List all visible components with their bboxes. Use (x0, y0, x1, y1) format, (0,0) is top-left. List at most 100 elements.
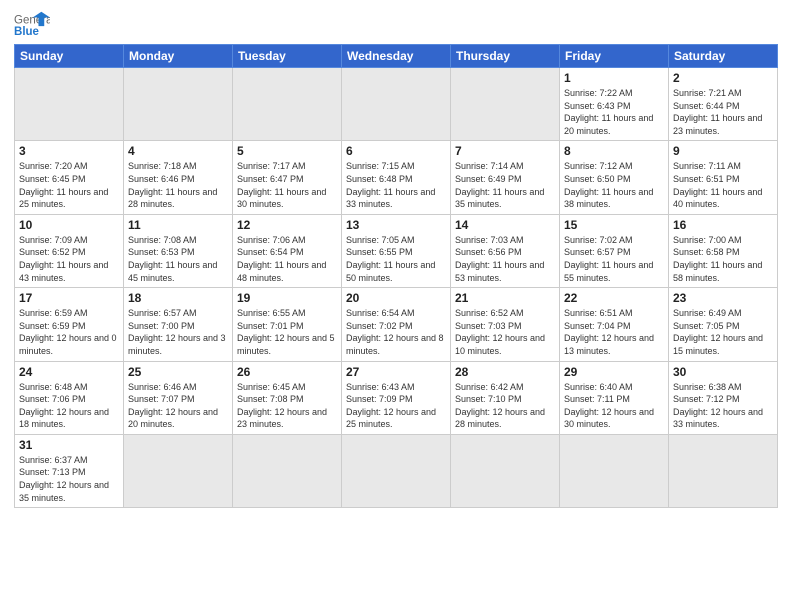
day-number: 11 (128, 218, 228, 232)
day-sun-info: Sunrise: 7:08 AMSunset: 6:53 PMDaylight:… (128, 234, 228, 284)
calendar-cell: 23 Sunrise: 6:49 AMSunset: 7:05 PMDayligh… (669, 288, 778, 361)
day-sun-info: Sunrise: 6:57 AMSunset: 7:00 PMDaylight:… (128, 307, 228, 357)
calendar-cell: 10 Sunrise: 7:09 AMSunset: 6:52 PMDayligh… (15, 214, 124, 287)
day-number: 27 (346, 365, 446, 379)
calendar-cell: 27 Sunrise: 6:43 AMSunset: 7:09 PMDayligh… (342, 361, 451, 434)
calendar-cell: 3 Sunrise: 7:20 AMSunset: 6:45 PMDaylight… (15, 141, 124, 214)
calendar-cell: 6 Sunrise: 7:15 AMSunset: 6:48 PMDaylight… (342, 141, 451, 214)
calendar-cell: 31Sunrise: 6:37 AMSunset: 7:13 PMDayligh… (15, 434, 124, 507)
day-sun-info: Sunrise: 6:42 AMSunset: 7:10 PMDaylight:… (455, 381, 555, 431)
day-sun-info: Sunrise: 6:46 AMSunset: 7:07 PMDaylight:… (128, 381, 228, 431)
calendar-cell: 7Sunrise: 7:14 AMSunset: 6:49 PMDaylight… (451, 141, 560, 214)
weekday-header-monday: Monday (124, 45, 233, 68)
calendar-cell: 21 Sunrise: 6:52 AMSunset: 7:03 PMDayligh… (451, 288, 560, 361)
calendar-cell (15, 68, 124, 141)
day-sun-info: Sunrise: 6:49 AMSunset: 7:05 PMDaylight:… (673, 307, 773, 357)
day-number: 10 (19, 218, 119, 232)
calendar-cell: 4Sunrise: 7:18 AMSunset: 6:46 PMDaylight… (124, 141, 233, 214)
day-number: 23 (673, 291, 773, 305)
day-number: 1 (564, 71, 664, 85)
calendar-cell: 29Sunrise: 6:40 AMSunset: 7:11 PMDayligh… (560, 361, 669, 434)
calendar-cell: 8 Sunrise: 7:12 AMSunset: 6:50 PMDaylight… (560, 141, 669, 214)
day-number: 8 (564, 144, 664, 158)
week-row-0: 1 Sunrise: 7:22 AMSunset: 6:43 PMDaylight… (15, 68, 778, 141)
day-number: 25 (128, 365, 228, 379)
day-sun-info: Sunrise: 6:51 AMSunset: 7:04 PMDaylight:… (564, 307, 664, 357)
day-sun-info: Sunrise: 7:17 AMSunset: 6:47 PMDaylight:… (237, 160, 337, 210)
day-number: 13 (346, 218, 446, 232)
calendar-cell (233, 434, 342, 507)
day-sun-info: Sunrise: 6:38 AMSunset: 7:12 PMDaylight:… (673, 381, 773, 431)
day-number: 3 (19, 144, 119, 158)
calendar-cell: 30 Sunrise: 6:38 AMSunset: 7:12 PMDayligh… (669, 361, 778, 434)
calendar-cell: 25 Sunrise: 6:46 AMSunset: 7:07 PMDayligh… (124, 361, 233, 434)
day-number: 16 (673, 218, 773, 232)
calendar-cell: 14Sunrise: 7:03 AMSunset: 6:56 PMDayligh… (451, 214, 560, 287)
generalblue-logo-icon: General Blue (14, 10, 50, 38)
day-sun-info: Sunrise: 6:55 AMSunset: 7:01 PMDaylight:… (237, 307, 337, 357)
calendar-cell: 12 Sunrise: 7:06 AMSunset: 6:54 PMDayligh… (233, 214, 342, 287)
logo: General Blue (14, 10, 50, 38)
day-sun-info: Sunrise: 6:48 AMSunset: 7:06 PMDaylight:… (19, 381, 119, 431)
weekday-header-wednesday: Wednesday (342, 45, 451, 68)
calendar-cell (560, 434, 669, 507)
day-number: 21 (455, 291, 555, 305)
week-row-1: 3 Sunrise: 7:20 AMSunset: 6:45 PMDaylight… (15, 141, 778, 214)
day-number: 7 (455, 144, 555, 158)
week-row-2: 10 Sunrise: 7:09 AMSunset: 6:52 PMDayligh… (15, 214, 778, 287)
day-sun-info: Sunrise: 7:12 AMSunset: 6:50 PMDaylight:… (564, 160, 664, 210)
calendar-cell (124, 68, 233, 141)
calendar-cell: 28 Sunrise: 6:42 AMSunset: 7:10 PMDayligh… (451, 361, 560, 434)
calendar-cell: 1 Sunrise: 7:22 AMSunset: 6:43 PMDaylight… (560, 68, 669, 141)
day-number: 17 (19, 291, 119, 305)
day-number: 19 (237, 291, 337, 305)
day-number: 15 (564, 218, 664, 232)
day-number: 31 (19, 438, 119, 452)
day-sun-info: Sunrise: 7:06 AMSunset: 6:54 PMDaylight:… (237, 234, 337, 284)
day-sun-info: Sunrise: 7:15 AMSunset: 6:48 PMDaylight:… (346, 160, 446, 210)
calendar-cell: 5 Sunrise: 7:17 AMSunset: 6:47 PMDaylight… (233, 141, 342, 214)
day-sun-info: Sunrise: 6:54 AMSunset: 7:02 PMDaylight:… (346, 307, 446, 357)
day-sun-info: Sunrise: 6:43 AMSunset: 7:09 PMDaylight:… (346, 381, 446, 431)
calendar-cell: 9 Sunrise: 7:11 AMSunset: 6:51 PMDaylight… (669, 141, 778, 214)
week-row-4: 24 Sunrise: 6:48 AMSunset: 7:06 PMDayligh… (15, 361, 778, 434)
weekday-header-saturday: Saturday (669, 45, 778, 68)
calendar-cell: 17 Sunrise: 6:59 AMSunset: 6:59 PMDayligh… (15, 288, 124, 361)
day-sun-info: Sunrise: 7:18 AMSunset: 6:46 PMDaylight:… (128, 160, 228, 210)
day-number: 6 (346, 144, 446, 158)
day-number: 24 (19, 365, 119, 379)
header: General Blue (14, 10, 778, 38)
day-number: 9 (673, 144, 773, 158)
day-sun-info: Sunrise: 7:22 AMSunset: 6:43 PMDaylight:… (564, 87, 664, 137)
week-row-5: 31Sunrise: 6:37 AMSunset: 7:13 PMDayligh… (15, 434, 778, 507)
week-row-3: 17 Sunrise: 6:59 AMSunset: 6:59 PMDayligh… (15, 288, 778, 361)
day-sun-info: Sunrise: 7:09 AMSunset: 6:52 PMDaylight:… (19, 234, 119, 284)
day-sun-info: Sunrise: 7:03 AMSunset: 6:56 PMDaylight:… (455, 234, 555, 284)
weekday-header-thursday: Thursday (451, 45, 560, 68)
weekday-header-sunday: Sunday (15, 45, 124, 68)
day-number: 29 (564, 365, 664, 379)
day-number: 5 (237, 144, 337, 158)
calendar-cell: 26Sunrise: 6:45 AMSunset: 7:08 PMDayligh… (233, 361, 342, 434)
day-number: 20 (346, 291, 446, 305)
day-sun-info: Sunrise: 7:20 AMSunset: 6:45 PMDaylight:… (19, 160, 119, 210)
calendar-cell (451, 434, 560, 507)
calendar-cell: 15Sunrise: 7:02 AMSunset: 6:57 PMDayligh… (560, 214, 669, 287)
calendar-cell (669, 434, 778, 507)
calendar-cell: 2Sunrise: 7:21 AMSunset: 6:44 PMDaylight… (669, 68, 778, 141)
weekday-header-row: SundayMondayTuesdayWednesdayThursdayFrid… (15, 45, 778, 68)
day-sun-info: Sunrise: 6:52 AMSunset: 7:03 PMDaylight:… (455, 307, 555, 357)
calendar-cell: 20 Sunrise: 6:54 AMSunset: 7:02 PMDayligh… (342, 288, 451, 361)
day-number: 12 (237, 218, 337, 232)
day-number: 28 (455, 365, 555, 379)
weekday-header-friday: Friday (560, 45, 669, 68)
day-sun-info: Sunrise: 7:11 AMSunset: 6:51 PMDaylight:… (673, 160, 773, 210)
day-number: 22 (564, 291, 664, 305)
calendar-cell (342, 434, 451, 507)
day-sun-info: Sunrise: 6:59 AMSunset: 6:59 PMDaylight:… (19, 307, 119, 357)
day-number: 30 (673, 365, 773, 379)
calendar-cell: 13Sunrise: 7:05 AMSunset: 6:55 PMDayligh… (342, 214, 451, 287)
calendar-cell: 11 Sunrise: 7:08 AMSunset: 6:53 PMDayligh… (124, 214, 233, 287)
day-number: 18 (128, 291, 228, 305)
calendar-cell: 18 Sunrise: 6:57 AMSunset: 7:00 PMDayligh… (124, 288, 233, 361)
